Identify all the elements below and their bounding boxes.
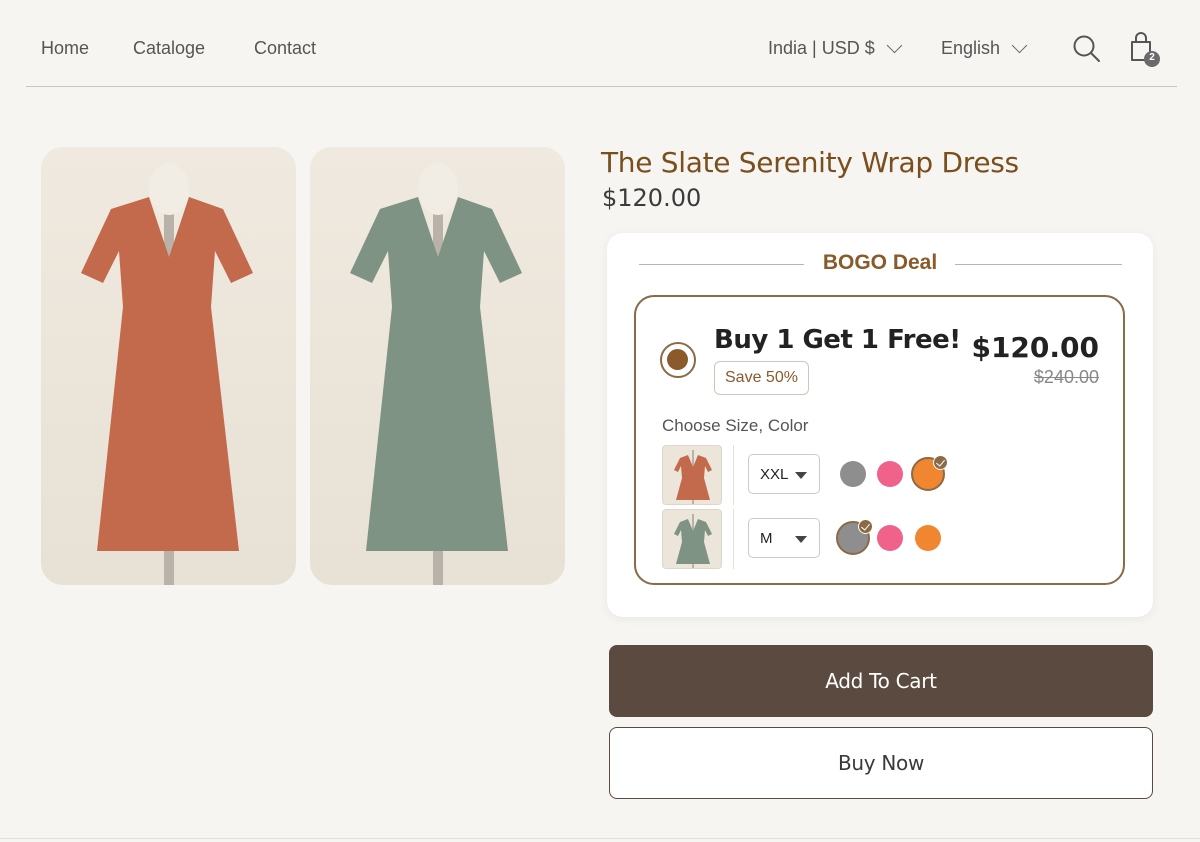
buy-now-button[interactable]: Buy Now	[609, 727, 1153, 799]
variant-thumbnail	[662, 445, 722, 505]
sage-wrap-dress-image	[350, 163, 522, 585]
color-swatch-gray[interactable]	[836, 519, 873, 555]
offer-price: $120.00	[971, 331, 1099, 364]
size-select-value: XXL	[760, 466, 789, 483]
nav-catalog-link[interactable]: Cataloge	[133, 38, 205, 59]
variant-row-2: M	[662, 509, 1102, 569]
country-currency-label: India | USD $	[768, 38, 875, 58]
size-select[interactable]: M	[748, 518, 820, 558]
size-select[interactable]: XXL	[748, 454, 820, 494]
color-swatch-orange[interactable]	[911, 455, 948, 491]
bogo-deal-card: BOGO Deal Buy 1 Get 1 Free! Save 50% $12…	[607, 233, 1153, 617]
color-swatch-orange[interactable]	[915, 525, 941, 551]
check-icon	[858, 519, 873, 534]
variant-row-1: XXL	[662, 445, 1102, 505]
cart-button[interactable]: 2	[1128, 30, 1164, 75]
variant-thumbnail	[662, 509, 722, 569]
color-swatch-pink[interactable]	[877, 525, 903, 551]
dress-thumbnail-icon	[674, 450, 712, 504]
site-header: Home Cataloge Contact India | USD $ Engl…	[26, 0, 1177, 87]
search-button[interactable]	[1072, 34, 1102, 69]
caret-down-icon	[795, 472, 807, 479]
terracotta-wrap-dress-image	[81, 163, 253, 585]
color-swatch-pink[interactable]	[877, 461, 903, 487]
country-currency-selector[interactable]: India | USD $	[768, 37, 903, 59]
radio-selected-dot	[667, 349, 688, 370]
size-select-value: M	[760, 530, 773, 547]
chevron-down-icon	[1011, 37, 1028, 54]
cart-count-badge: 2	[1149, 52, 1155, 63]
deal-heading: BOGO Deal	[822, 251, 938, 274]
dress-thumbnail-icon	[674, 514, 712, 568]
check-icon	[933, 455, 948, 470]
language-label: English	[941, 38, 1001, 58]
product-image-sage[interactable]	[310, 147, 565, 585]
choose-size-color-label: Choose Size, Color	[662, 416, 809, 435]
save-badge: Save 50%	[714, 361, 809, 395]
offer-original-price: $240.00	[1033, 367, 1099, 387]
bogo-offer-option[interactable]: Buy 1 Get 1 Free! Save 50% $120.00 $240.…	[634, 295, 1125, 585]
shopping-bag-icon	[1131, 32, 1160, 67]
nav-home-link[interactable]: Home	[41, 38, 89, 59]
chevron-down-icon	[886, 37, 903, 54]
divider	[0, 838, 1200, 839]
language-selector[interactable]: English	[941, 37, 1028, 59]
add-to-cart-button[interactable]: Add To Cart	[609, 645, 1153, 717]
divider	[733, 509, 734, 569]
search-icon	[1073, 35, 1100, 62]
product-price: $120.00	[602, 184, 702, 212]
product-image-terracotta[interactable]	[41, 147, 296, 585]
color-swatch-gray[interactable]	[840, 461, 866, 487]
caret-down-icon	[795, 536, 807, 543]
divider	[733, 445, 734, 505]
offer-title: Buy 1 Get 1 Free!	[714, 325, 961, 355]
offer-radio[interactable]	[660, 342, 696, 378]
product-title: The Slate Serenity Wrap Dress	[601, 146, 1019, 179]
nav-contact-link[interactable]: Contact	[254, 38, 316, 59]
